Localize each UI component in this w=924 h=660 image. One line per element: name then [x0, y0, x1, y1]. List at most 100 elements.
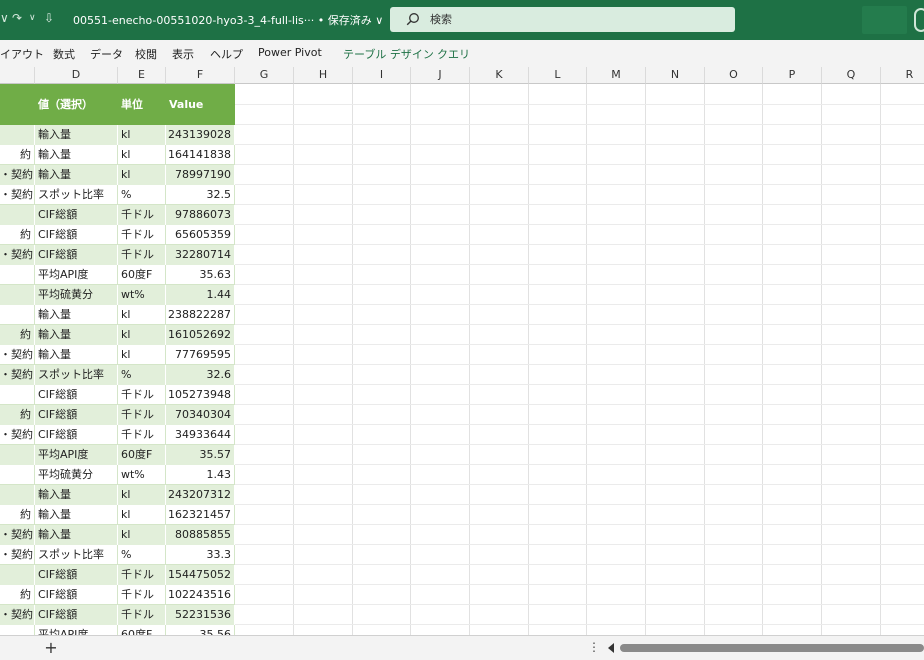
cell-value-select[interactable]: スポット比率	[35, 545, 118, 565]
cell-value[interactable]: 154475052	[166, 565, 235, 585]
cell-label-prefix[interactable]	[0, 485, 35, 505]
cell-value-select[interactable]: スポット比率	[35, 185, 118, 205]
horizontal-scrollbar[interactable]	[620, 644, 924, 652]
cell-value[interactable]: 35.63	[166, 265, 235, 285]
cell-unit[interactable]: 千ドル	[118, 425, 166, 445]
cell-unit[interactable]: kl	[118, 525, 166, 545]
table-row[interactable]: ・契約 スポット比率% 33.3	[0, 545, 235, 565]
cell-unit[interactable]: kl	[118, 485, 166, 505]
search-input[interactable]	[430, 10, 720, 29]
account-button[interactable]	[862, 6, 907, 34]
save-status[interactable]: • 保存済み ∨	[318, 14, 384, 27]
cell-value[interactable]: 161052692	[166, 325, 235, 345]
cell-value[interactable]: 1.44	[166, 285, 235, 305]
cell-value-select[interactable]: 平均硫黄分	[35, 285, 118, 305]
cell-unit[interactable]: %	[118, 185, 166, 205]
cell-value-select[interactable]: 輸入量	[35, 325, 118, 345]
cell-label-prefix[interactable]: ・契約	[0, 425, 35, 445]
tab-view[interactable]: 表示	[172, 46, 194, 62]
cell-unit[interactable]: 60度F	[118, 625, 166, 635]
cell-label-prefix[interactable]	[0, 445, 35, 465]
cell-value[interactable]: 78997190	[166, 165, 235, 185]
redo-dropdown-icon[interactable]: ∨	[29, 13, 36, 23]
cell-label-prefix[interactable]	[0, 565, 35, 585]
cell-unit[interactable]: 60度F	[118, 265, 166, 285]
cell-label-prefix[interactable]: ・契約	[0, 545, 35, 565]
cell-label-prefix[interactable]: ・契約	[0, 185, 35, 205]
column-header-j[interactable]: J	[411, 67, 470, 84]
cell-value-select[interactable]: 平均API度	[35, 625, 118, 635]
column-header-c[interactable]	[0, 67, 35, 84]
tab-query[interactable]: クエリ	[437, 46, 470, 62]
cell-label-prefix[interactable]: ・契約	[0, 245, 35, 265]
table-row[interactable]: 約輸入量 kl 164141838	[0, 145, 235, 165]
cell-label-prefix[interactable]	[0, 285, 35, 305]
cell-value-select[interactable]: 輸入量	[35, 125, 118, 145]
cell-value-select[interactable]: CIF総額	[35, 585, 118, 605]
cell-value-select[interactable]: 輸入量	[35, 525, 118, 545]
table-row[interactable]: CIF総額 千ドル 154475052	[0, 565, 235, 585]
column-header-o[interactable]: O	[705, 67, 763, 84]
column-header-i[interactable]: I	[353, 67, 411, 84]
cell-value-select[interactable]: 輸入量	[35, 485, 118, 505]
table-row[interactable]: 約 CIF総額 千ドル 65605359	[0, 225, 235, 245]
cell-unit[interactable]: 千ドル	[118, 385, 166, 405]
cell-value[interactable]: 164141838	[166, 145, 235, 165]
cell-value[interactable]: 162321457	[166, 505, 235, 525]
cell-label-prefix[interactable]	[0, 625, 35, 635]
column-header-p[interactable]: P	[763, 67, 822, 84]
document-title[interactable]: 00551-enecho-00551020-hyo3-3_4-full-lis·…	[73, 12, 383, 28]
cell-value-select[interactable]: 平均API度	[35, 445, 118, 465]
cell-label-prefix[interactable]	[0, 465, 35, 485]
cell-unit[interactable]: 千ドル	[118, 205, 166, 225]
tab-formulas[interactable]: 数式	[53, 46, 75, 62]
cell-value-select[interactable]: スポット比率	[35, 365, 118, 385]
cell-unit[interactable]: kl	[118, 125, 166, 145]
cell-label-prefix[interactable]: ・契約	[0, 165, 35, 185]
cell-value-select[interactable]: CIF総額	[35, 245, 118, 265]
cell-label-prefix[interactable]: 約	[0, 145, 35, 165]
cell-value[interactable]: 243139028	[166, 125, 235, 145]
cell-label-prefix[interactable]	[0, 265, 35, 285]
table-row[interactable]: ・契約 輸入量 kl 77769595	[0, 345, 235, 365]
cell-value[interactable]: 32280714	[166, 245, 235, 265]
header-value-select[interactable]: 値（選択）	[38, 84, 93, 125]
tab-page-layout[interactable]: イアウト	[0, 46, 44, 62]
table-row[interactable]: ・契約 スポット比率% 32.6	[0, 365, 235, 385]
cell-unit[interactable]: 千ドル	[118, 245, 166, 265]
column-header-k[interactable]: K	[470, 67, 529, 84]
column-header-h[interactable]: H	[294, 67, 353, 84]
cell-unit[interactable]: %	[118, 365, 166, 385]
copilot-icon[interactable]	[914, 8, 924, 32]
cell-value[interactable]: 52231536	[166, 605, 235, 625]
cell-unit[interactable]: wt%	[118, 465, 166, 485]
table-row[interactable]: 輸入量 kl 238822287	[0, 305, 235, 325]
customize-qat-icon[interactable]: ⇩	[44, 11, 54, 25]
cell-value-select[interactable]: CIF総額	[35, 385, 118, 405]
table-row[interactable]: 輸入量 kl 243207312	[0, 485, 235, 505]
cell-value[interactable]: 35.57	[166, 445, 235, 465]
table-row[interactable]: ・契約 輸入量 kl 78997190	[0, 165, 235, 185]
column-header-e[interactable]: E	[118, 67, 166, 84]
cell-value[interactable]: 1.43	[166, 465, 235, 485]
column-header-m[interactable]: M	[587, 67, 646, 84]
undo-dropdown-icon[interactable]: ∨	[0, 11, 9, 25]
cell-value[interactable]: 33.3	[166, 545, 235, 565]
cell-value[interactable]: 35.56	[166, 625, 235, 635]
cell-unit[interactable]: 千ドル	[118, 225, 166, 245]
table-row[interactable]: 約輸入量 kl 162321457	[0, 505, 235, 525]
column-header-r[interactable]: R	[881, 67, 924, 84]
cell-value-select[interactable]: 輸入量	[35, 505, 118, 525]
cell-value-select[interactable]: 輸入量	[35, 145, 118, 165]
cell-label-prefix[interactable]: 約	[0, 585, 35, 605]
column-header-n[interactable]: N	[646, 67, 705, 84]
table-row[interactable]: 輸入量 kl 243139028	[0, 125, 235, 145]
cell-value-select[interactable]: 輸入量	[35, 345, 118, 365]
cell-value[interactable]: 70340304	[166, 405, 235, 425]
cell-value[interactable]: 238822287	[166, 305, 235, 325]
tab-help[interactable]: ヘルプ	[210, 46, 243, 62]
tab-power-pivot[interactable]: Power Pivot	[258, 46, 322, 59]
table-row[interactable]: 約 CIF総額 千ドル 102243516	[0, 585, 235, 605]
column-header-q[interactable]: Q	[822, 67, 881, 84]
cell-unit[interactable]: %	[118, 545, 166, 565]
